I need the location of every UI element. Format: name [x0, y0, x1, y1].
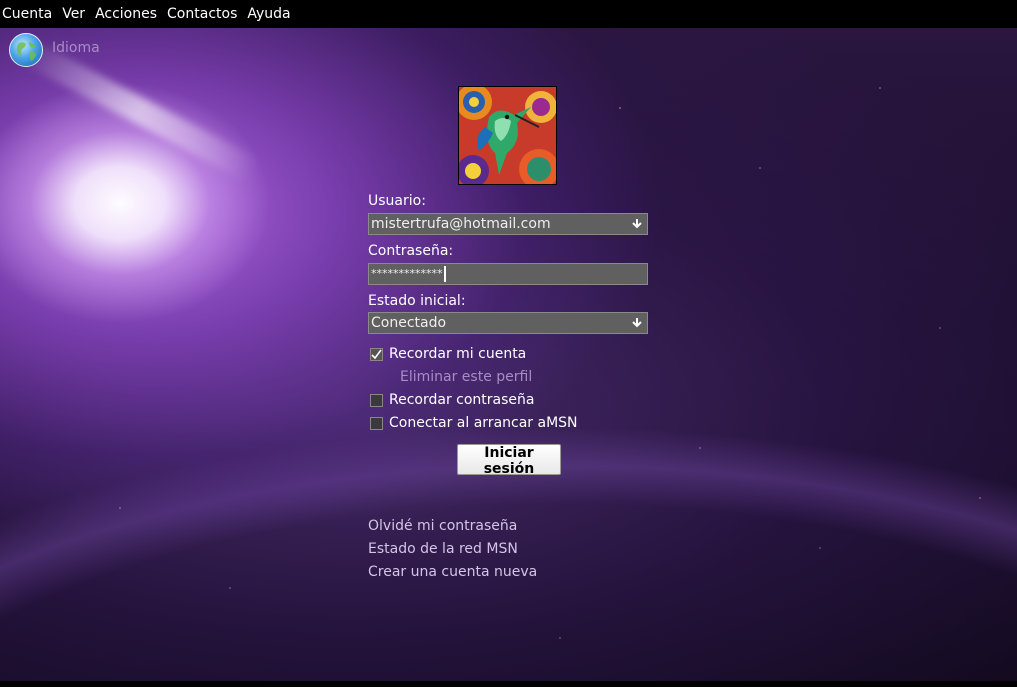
remember-password-checkbox[interactable]	[370, 393, 383, 407]
light-flare	[19, 38, 261, 184]
menu-ver[interactable]: Ver	[62, 6, 90, 22]
autoconnect-label: Conectar al arrancar aMSN	[389, 415, 578, 431]
chevron-down-icon[interactable]	[631, 217, 643, 231]
menu-acciones[interactable]: Acciones	[95, 6, 162, 22]
globe-icon[interactable]	[9, 33, 43, 67]
password-field[interactable]: *************	[368, 263, 648, 285]
menu-contactos[interactable]: Contactos	[167, 6, 242, 22]
menu-ayuda[interactable]: Ayuda	[247, 6, 295, 22]
create-account-link[interactable]: Crear una cuenta nueva	[368, 564, 537, 580]
menu-bar: Cuenta Ver Acciones Contactos Ayuda	[0, 0, 1017, 28]
status-combo[interactable]: Conectado	[368, 312, 648, 334]
password-label: Contraseña:	[368, 243, 454, 259]
avatar[interactable]	[458, 86, 557, 185]
status-label: Estado inicial:	[368, 293, 466, 309]
user-value: mistertrufa@hotmail.com	[371, 216, 551, 232]
login-button[interactable]: Iniciar sesión	[457, 444, 561, 477]
language-label[interactable]: Idioma	[52, 40, 100, 56]
menu-cuenta[interactable]: Cuenta	[2, 6, 57, 22]
password-value: *************	[371, 267, 443, 280]
bottom-border	[0, 681, 1017, 687]
autoconnect-checkbox[interactable]	[370, 416, 383, 430]
remember-password-label: Recordar contraseña	[389, 392, 535, 408]
status-value: Conectado	[371, 315, 447, 331]
text-caret	[443, 266, 446, 282]
user-label: Usuario:	[368, 193, 426, 209]
network-status-link[interactable]: Estado de la red MSN	[368, 541, 518, 557]
autoconnect-row[interactable]: Conectar al arrancar aMSN	[370, 415, 578, 431]
remember-password-row[interactable]: Recordar contraseña	[370, 392, 534, 408]
remember-account-checkbox[interactable]	[370, 347, 383, 361]
delete-profile-link[interactable]: Eliminar este perfil	[400, 369, 532, 385]
remember-account-label: Recordar mi cuenta	[389, 346, 527, 362]
chevron-down-icon[interactable]	[631, 316, 643, 330]
remember-account-row[interactable]: Recordar mi cuenta	[370, 346, 526, 362]
user-combo[interactable]: mistertrufa@hotmail.com	[368, 213, 648, 235]
forgot-password-link[interactable]: Olvidé mi contraseña	[368, 518, 517, 534]
